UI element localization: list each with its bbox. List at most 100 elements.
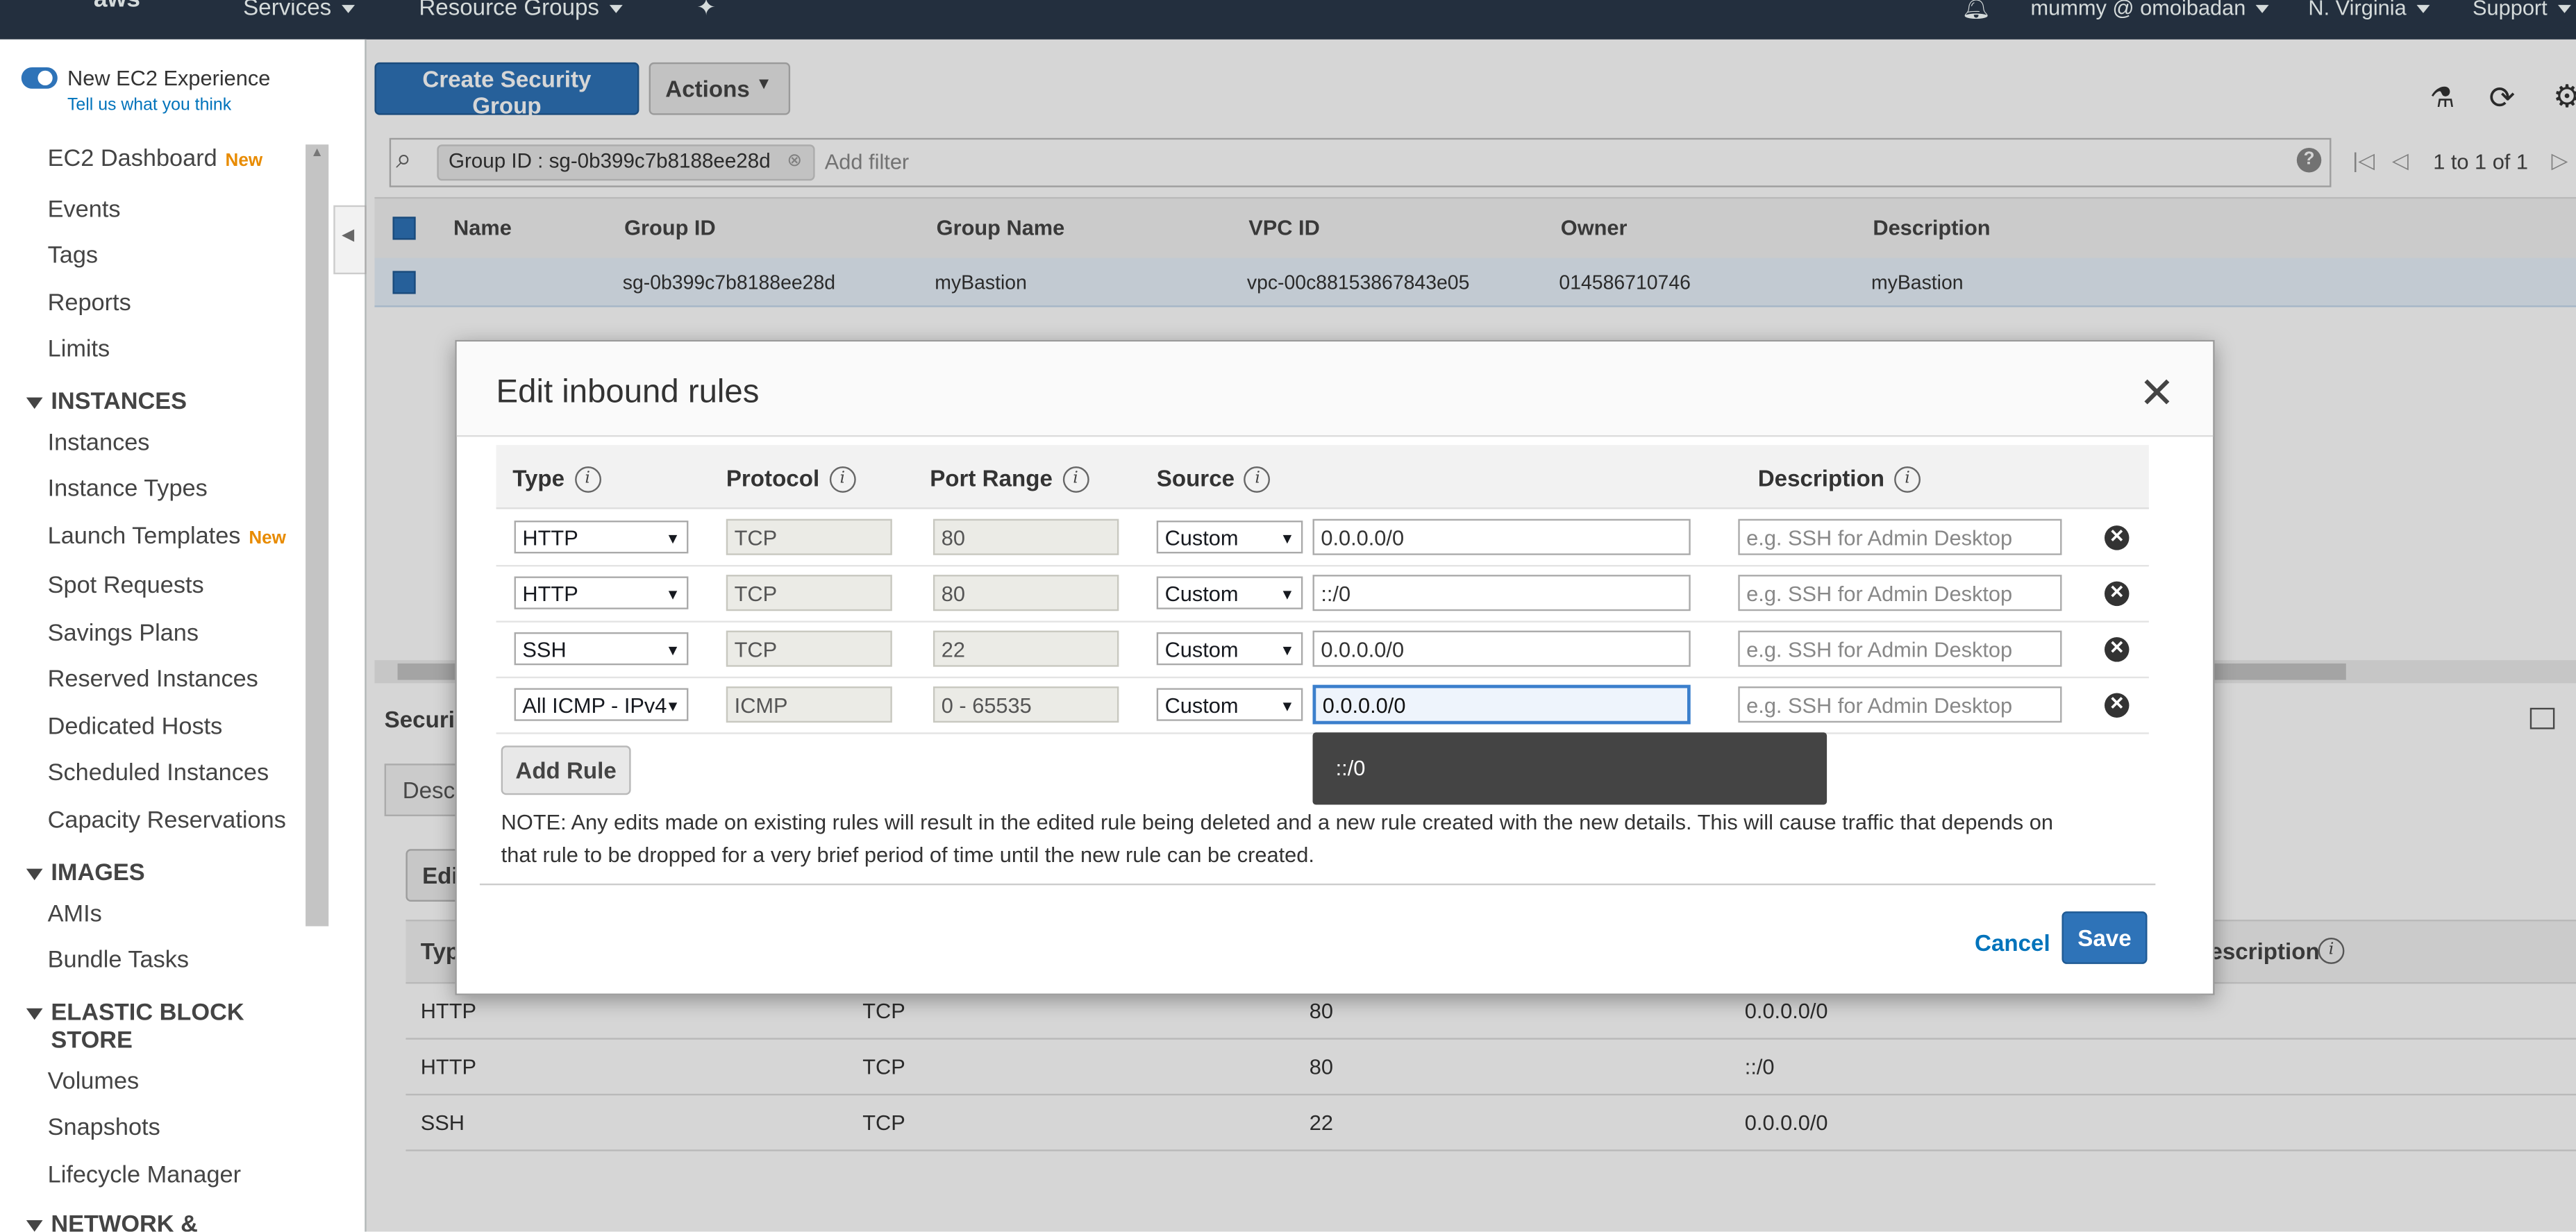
region-menu[interactable]: N. Virginia — [2308, 0, 2429, 19]
collapse-sidebar-button[interactable]: ◀ — [333, 205, 367, 275]
sidebar-section-ebs[interactable]: ELASTIC BLOCK — [26, 1000, 244, 1027]
caret-down-icon — [26, 1220, 43, 1231]
caret-down-icon — [26, 868, 43, 880]
row-divider — [496, 564, 2149, 567]
info-icon[interactable]: i — [829, 466, 856, 493]
sidebar-section-ebs-line2: STORE — [51, 1028, 133, 1055]
sidebar-item-instance-types[interactable]: Instance Types — [48, 476, 208, 503]
new-experience-label: New EC2 Experience — [67, 65, 271, 91]
chevron-down-icon — [2557, 5, 2570, 14]
dropdown-arrow-icon: ▼ — [1280, 530, 1295, 547]
source-type-select[interactable]: Custom ▼ — [1156, 521, 1303, 554]
caret-down-icon — [26, 1008, 43, 1020]
sidebar-item-lifecycle-manager[interactable]: Lifecycle Manager — [48, 1163, 241, 1189]
new-experience-toggle[interactable] — [21, 67, 58, 89]
dropdown-arrow-icon: ▼ — [1280, 642, 1295, 659]
dropdown-arrow-icon: ▼ — [665, 530, 680, 547]
delete-rule-icon[interactable]: ✕ — [2104, 637, 2130, 662]
protocol-field: ICMP — [726, 686, 892, 723]
sidebar-item-instances[interactable]: Instances — [48, 430, 150, 457]
sidebar-item-scheduled-instances[interactable]: Scheduled Instances — [48, 761, 269, 787]
description-input[interactable]: e.g. SSH for Admin Desktop — [1738, 575, 2062, 611]
rules-header: Type i Protocol i Port Range i Source i Desc… — [496, 445, 2149, 509]
sidebar-item-tags[interactable]: Tags — [48, 243, 98, 269]
source-input[interactable]: 0.0.0.0/0 — [1312, 684, 1691, 725]
toggle-knob — [37, 70, 53, 86]
scroll-up-icon[interactable]: ▲ — [310, 144, 324, 159]
delete-rule-icon[interactable]: ✕ — [2104, 693, 2130, 718]
sidebar-item-bundle-tasks[interactable]: Bundle Tasks — [48, 947, 189, 974]
sidebar-item-launch-templates[interactable]: Launch Templates New — [48, 524, 286, 550]
sidebar-item-savings-plans[interactable]: Savings Plans — [48, 621, 199, 647]
description-input[interactable]: e.g. SSH for Admin Desktop — [1738, 518, 2062, 555]
sidebar-item-events[interactable]: Events — [48, 197, 121, 223]
chevron-left-icon: ◀ — [342, 226, 355, 245]
autocomplete-option[interactable]: ::/0 — [1336, 755, 1366, 779]
info-icon[interactable]: i — [1244, 466, 1271, 493]
info-icon[interactable]: i — [574, 466, 601, 493]
feedback-link[interactable]: Tell us what you think — [67, 95, 231, 115]
sidebar-section-images[interactable]: IMAGES — [26, 861, 145, 887]
description-input[interactable]: e.g. SSH for Admin Desktop — [1738, 630, 2062, 667]
chevron-down-icon — [609, 4, 623, 13]
edit-inbound-rules-dialog: Edit inbound rules ✕ Type i Protocol i Por… — [455, 339, 2215, 995]
source-input[interactable]: 0.0.0.0/0 — [1312, 630, 1691, 667]
header-description: Description i — [1758, 465, 1921, 493]
chevron-down-icon — [2255, 5, 2269, 14]
sidebar: New EC2 Experience Tell us what you thin… — [0, 39, 367, 1232]
dropdown-arrow-icon: ▼ — [1280, 586, 1295, 603]
sidebar-item-spot-requests[interactable]: Spot Requests — [48, 573, 204, 600]
sidebar-item-limits[interactable]: Limits — [48, 337, 110, 363]
info-icon[interactable]: i — [1894, 466, 1921, 493]
type-select[interactable]: SSH ▼ — [514, 632, 689, 666]
delete-rule-icon[interactable]: ✕ — [2104, 581, 2130, 607]
source-type-select[interactable]: Custom ▼ — [1156, 632, 1303, 666]
info-icon[interactable]: i — [1062, 466, 1089, 493]
sidebar-section-instances[interactable]: INSTANCES — [26, 389, 187, 416]
top-nav: aws Services Resource Groups ✦ 🔔︎ mummy … — [0, 0, 2576, 40]
sidebar-item-volumes[interactable]: Volumes — [48, 1069, 140, 1095]
header-source: Source i — [1157, 465, 1271, 493]
source-input[interactable]: 0.0.0.0/0 — [1312, 518, 1691, 555]
resource-groups-menu[interactable]: Resource Groups — [419, 0, 623, 19]
sidebar-item-reports[interactable]: Reports — [48, 291, 131, 317]
sidebar-item-capacity-reservations[interactable]: Capacity Reservations — [48, 808, 286, 834]
dialog-divider — [479, 883, 2156, 886]
header-protocol: Protocol i — [726, 465, 856, 493]
source-autocomplete[interactable]: ::/0 — [1312, 732, 1828, 805]
delete-rule-icon[interactable]: ✕ — [2104, 525, 2130, 550]
source-type-select[interactable]: Custom ▼ — [1156, 576, 1303, 609]
source-input[interactable]: ::/0 — [1312, 575, 1691, 611]
chevron-down-icon — [2416, 5, 2429, 14]
source-type-select[interactable]: Custom ▼ — [1156, 688, 1303, 721]
note-text: NOTE: Any edits made on existing rules w… — [501, 809, 2053, 868]
dropdown-arrow-icon: ▼ — [665, 698, 680, 715]
new-badge: New — [249, 528, 286, 549]
protocol-field: TCP — [726, 575, 892, 611]
support-menu[interactable]: Support — [2473, 0, 2570, 19]
type-select[interactable]: All ICMP - IPv4 ▼ — [514, 688, 689, 721]
type-select[interactable]: HTTP ▼ — [514, 521, 689, 554]
sidebar-section-network[interactable]: NETWORK & — [26, 1212, 198, 1232]
protocol-field: TCP — [726, 630, 892, 667]
services-menu[interactable]: Services — [243, 0, 355, 19]
sidebar-item-snapshots[interactable]: Snapshots — [48, 1115, 160, 1142]
aws-logo[interactable]: aws — [94, 0, 140, 13]
sidebar-item-dedicated-hosts[interactable]: Dedicated Hosts — [48, 714, 223, 741]
type-select[interactable]: HTTP ▼ — [514, 576, 689, 609]
sidebar-scrollbar[interactable] — [306, 144, 329, 927]
sidebar-item-ec2-dashboard[interactable]: EC2 Dashboard New — [48, 146, 262, 173]
save-button[interactable]: Save — [2061, 911, 2148, 964]
port-range-field: 80 — [932, 575, 1119, 611]
close-icon[interactable]: ✕ — [2139, 368, 2175, 419]
pin-icon[interactable]: ✦ — [696, 0, 716, 22]
caret-down-icon — [26, 396, 43, 409]
row-divider — [496, 676, 2149, 679]
sidebar-item-amis[interactable]: AMIs — [48, 902, 102, 928]
description-input[interactable]: e.g. SSH for Admin Desktop — [1738, 686, 2062, 723]
account-menu[interactable]: mummy @ omoibadan — [2030, 0, 2269, 19]
cancel-button[interactable]: Cancel — [1975, 929, 2050, 956]
add-rule-button[interactable]: Add Rule — [501, 745, 631, 795]
sidebar-item-reserved-instances[interactable]: Reserved Instances — [48, 667, 258, 693]
bell-icon[interactable]: 🔔︎ — [1962, 0, 1991, 22]
